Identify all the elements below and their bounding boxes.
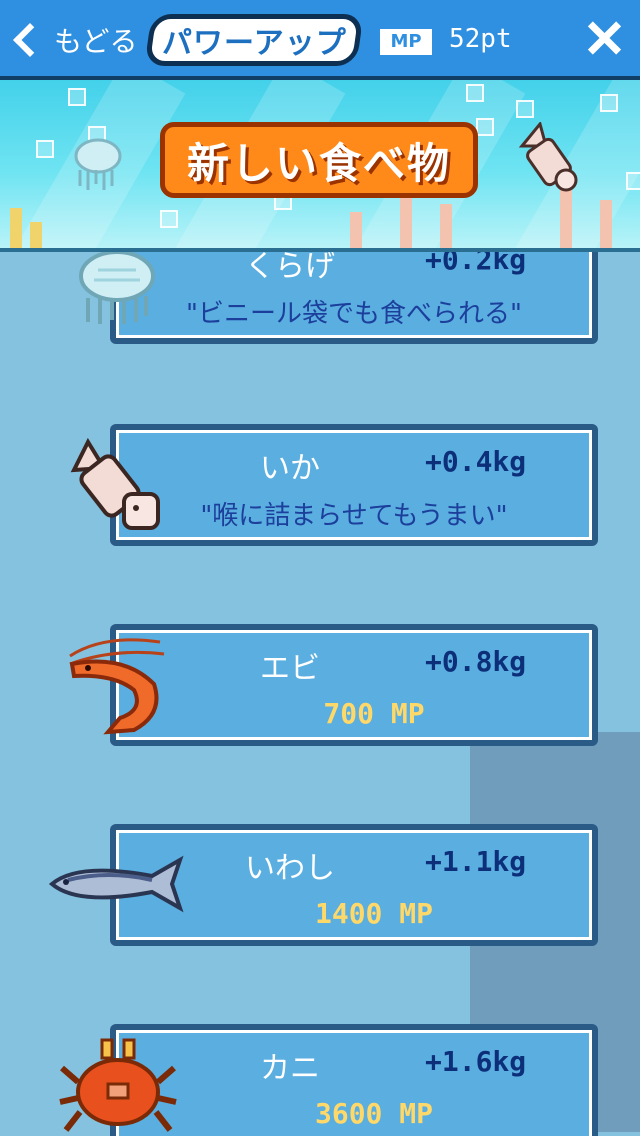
food-weight: +1.6kg <box>425 1045 527 1078</box>
new-food-banner: 新しい食べ物 <box>0 80 640 252</box>
chevron-left-icon <box>13 23 47 57</box>
food-name: カニ <box>260 1051 320 1086</box>
food-cost: 1400 MP <box>314 897 433 930</box>
jellyfish-icon <box>79 252 155 324</box>
food-name: いか <box>260 451 320 486</box>
shrimp-icon <box>69 638 165 735</box>
banner-title-text: 新しい食べ物 <box>186 138 451 188</box>
food-cost: 3600 MP <box>314 1097 433 1130</box>
back-label: もどる <box>54 25 138 58</box>
food-name: くらげ <box>245 252 335 284</box>
page-title-text: パワーアップ <box>161 26 347 61</box>
food-cost: 700 MP <box>323 697 425 730</box>
sardine-icon <box>48 855 184 913</box>
food-weight: +0.2kg <box>425 252 527 276</box>
food-card-crab[interactable]: カニ +1.6kg 3600 MP <box>110 1024 598 1136</box>
close-button[interactable] <box>582 16 626 60</box>
food-list[interactable]: くらげ +0.2kg "ビニール袋でも食べられる" いか +0.4kg "喉に詰… <box>0 252 640 1136</box>
squid-icon <box>70 438 160 530</box>
mp-badge: MP <box>380 29 432 55</box>
food-name: いわし <box>245 851 335 886</box>
top-bar: もどる パワーアップ MP 52pt <box>0 0 640 80</box>
mp-points: 52pt <box>449 24 512 54</box>
banner-title: 新しい食べ物 <box>160 122 478 198</box>
food-weight: +0.8kg <box>425 645 527 678</box>
back-button[interactable]: もどる <box>8 18 137 62</box>
food-description: "ビニール袋でも食べられる" <box>186 299 522 329</box>
food-card-squid[interactable]: いか +0.4kg "喉に詰まらせてもうまい" <box>110 424 598 546</box>
food-description: "喉に詰まらせてもうまい" <box>200 501 508 531</box>
squid-icon <box>518 122 578 192</box>
jellyfish-icon <box>74 138 122 190</box>
food-weight: +1.1kg <box>425 845 527 878</box>
food-weight: +0.4kg <box>425 445 527 478</box>
food-name: エビ <box>260 651 320 686</box>
food-card-jellyfish[interactable]: くらげ +0.2kg "ビニール袋でも食べられる" <box>110 252 598 344</box>
food-card-shrimp[interactable]: エビ +0.8kg 700 MP <box>110 624 598 746</box>
crab-icon <box>59 1038 177 1132</box>
page-title: パワーアップ <box>144 14 364 66</box>
